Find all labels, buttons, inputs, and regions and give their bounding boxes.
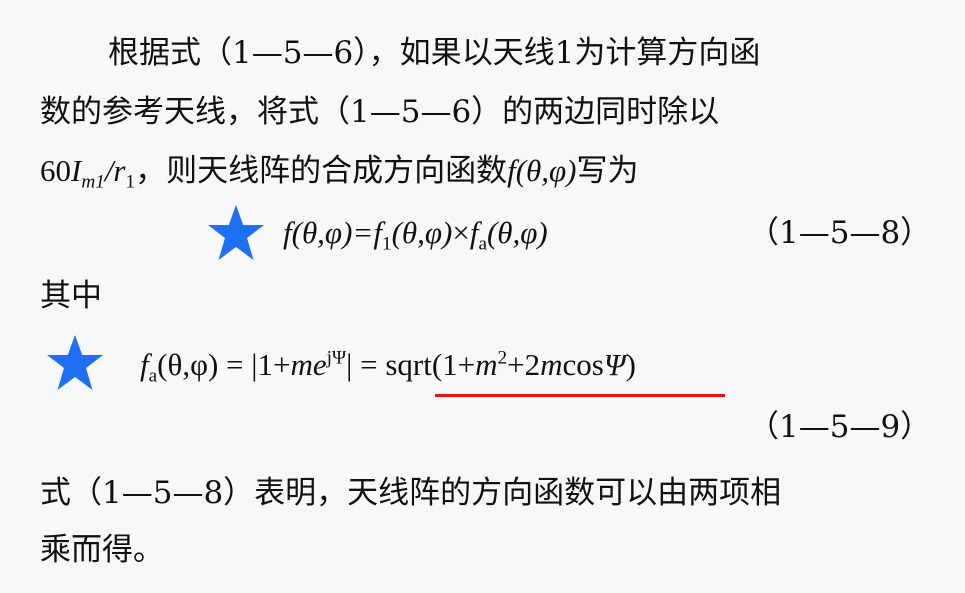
eq2-plus: +2 (507, 347, 541, 382)
eq1-f: f (283, 215, 292, 250)
paragraph-line-3: 60Im1/r1，则天线阵的合成方向函数f(θ,φ)写为 (40, 151, 639, 193)
eq2-exp: jΨ (326, 347, 347, 369)
equation-2-number: （1—5—9） (748, 409, 932, 445)
red-underline (435, 394, 725, 397)
equation-1: f(θ,φ)=f1(θ,φ)×fa(θ,φ) (283, 213, 548, 255)
sub-m1: m1 (81, 171, 105, 193)
star-icon (47, 335, 103, 390)
eq2-square: 2 (497, 347, 508, 369)
paragraph2-line-1: 式（1—5—8）表明，天线阵的方向函数可以由两项相 (40, 475, 782, 511)
var-I: I (71, 153, 82, 188)
eq2-psi: Ψ (603, 347, 626, 382)
paragraph-line-2: 数的参考天线，将式（1—5—6）的两边同时除以 (40, 94, 720, 130)
eq1-f1: f (373, 215, 382, 250)
eq2-close: ) (625, 347, 636, 382)
eq1-times: × (452, 215, 470, 250)
eq2-args: (θ,φ) = |1+ (157, 347, 291, 382)
eq1-lhs-args: (θ,φ)= (291, 215, 374, 250)
eq2-m3: m (540, 347, 563, 382)
paragraph2-line-2: 乘而得。 (40, 532, 164, 568)
star-icon (208, 205, 264, 260)
slash-r: /r (104, 153, 126, 188)
eq2-m2: m (475, 347, 498, 382)
eq2-fa: f (140, 347, 149, 382)
eq1-f1-sub: 1 (381, 233, 392, 255)
qizhong-label: 其中 (40, 278, 102, 314)
equation-1-number: （1—5—8） (748, 215, 932, 251)
eq2-fa-sub: a (148, 365, 158, 387)
eq2-sqrt-open: sqrt(1+ (385, 347, 476, 382)
equation-2: fa(θ,φ) = |1+mejΨ| = sqrt(1+m2+2mcosΨ) (140, 345, 636, 387)
line3-text: ，则天线阵的合成方向函数 (135, 153, 508, 189)
eq1-fa-args: (θ,φ) (486, 215, 548, 250)
eq2-cos: cos (562, 347, 604, 382)
sub-1: 1 (125, 171, 136, 193)
eq2-mid: | = (346, 347, 386, 382)
eq2-me: me (290, 347, 327, 382)
eq1-f1-args: (θ,φ) (391, 215, 453, 250)
line3-suffix: 写为 (576, 153, 639, 189)
var-f: f (507, 153, 516, 188)
text-60: 60 (40, 153, 71, 188)
args: (θ,φ) (515, 153, 577, 188)
paragraph-line-1: 根据式（1—5—6），如果以天线1为计算方向函 (108, 35, 761, 71)
eq1-fa-sub: a (478, 233, 487, 255)
